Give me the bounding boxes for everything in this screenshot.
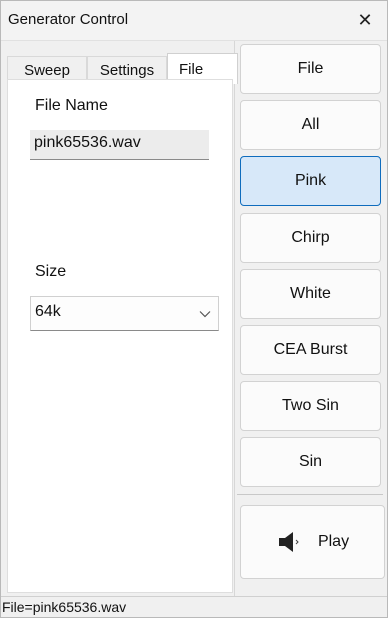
cea-burst-button[interactable]: CEA Burst — [240, 325, 381, 375]
button-separator — [237, 494, 383, 495]
play-button[interactable]: Play — [240, 505, 385, 579]
chevron-down-icon — [199, 311, 211, 318]
size-label: Size — [35, 263, 67, 280]
window-title: Generator Control — [8, 11, 129, 28]
all-button[interactable]: All — [240, 100, 381, 150]
white-button-label: White — [290, 285, 331, 302]
cea-burst-button-label: CEA Burst — [273, 341, 348, 358]
size-selected-value: 64k — [35, 303, 61, 320]
two-sin-button-label: Two Sin — [282, 397, 339, 414]
two-sin-button[interactable]: Two Sin — [240, 381, 381, 431]
file-name-value: pink65536.wav — [34, 134, 141, 151]
tab-strip: Sweep Settings File — [7, 46, 238, 84]
generator-control-window: Generator Control ✕ Sweep Settings File … — [0, 0, 388, 618]
all-button-label: All — [301, 116, 320, 133]
white-button[interactable]: White — [240, 269, 381, 319]
file-name-label: File Name — [35, 97, 108, 114]
file-button[interactable]: File — [240, 44, 381, 94]
file-button-label: File — [297, 60, 324, 77]
sin-button[interactable]: Sin — [240, 437, 381, 487]
chirp-button[interactable]: Chirp — [240, 213, 381, 263]
title-bar: Generator Control ✕ — [1, 1, 387, 41]
pink-button-label: Pink — [294, 172, 327, 189]
pink-button[interactable]: Pink — [240, 156, 381, 206]
status-text: File=pink65536.wav — [2, 599, 127, 615]
speaker-icon — [278, 532, 299, 552]
play-button-label: Play — [317, 533, 350, 550]
status-bar: File=pink65536.wav — [1, 596, 387, 617]
file-name-field[interactable]: pink65536.wav — [30, 130, 209, 160]
size-dropdown[interactable]: 64k — [30, 296, 219, 331]
close-button[interactable]: ✕ — [343, 1, 387, 39]
chirp-button-label: Chirp — [291, 229, 330, 246]
sin-button-label: Sin — [298, 453, 323, 470]
close-icon: ✕ — [357, 9, 373, 30]
